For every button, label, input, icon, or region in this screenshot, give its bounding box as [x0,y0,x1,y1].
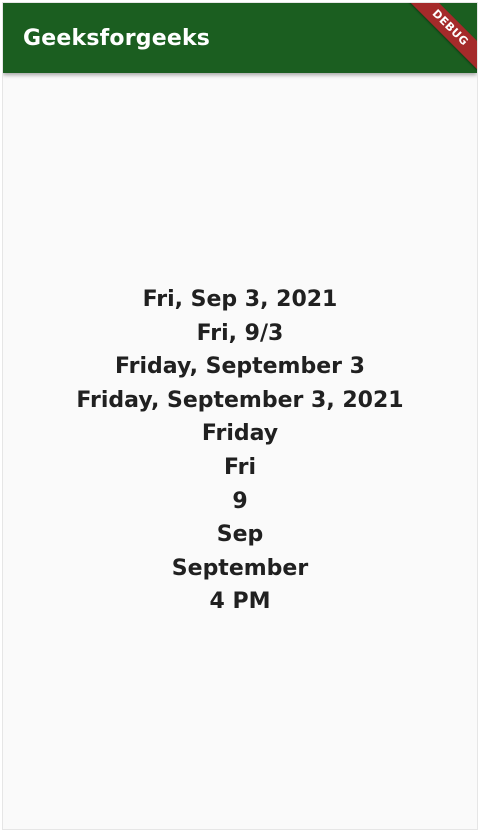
date-format-line: Fri, Sep 3, 2021 [142,287,338,313]
phone-screen: Geeksforgeeks DEBUG Fri, Sep 3, 2021 Fri… [2,2,478,830]
date-format-line: 4 PM [209,589,271,615]
app-bar: Geeksforgeeks [3,3,477,73]
date-format-line: September [171,555,309,581]
date-format-list: Fri, Sep 3, 2021 Fri, 9/3 Friday, Septem… [3,73,477,829]
date-format-line: Sep [216,522,264,548]
date-format-line: Friday, September 3, 2021 [76,387,404,413]
date-format-line: 9 [232,488,248,514]
date-format-line: Fri, 9/3 [196,320,284,346]
date-format-line: Friday [201,421,279,447]
app-bar-title: Geeksforgeeks [23,25,211,51]
date-format-line: Friday, September 3 [115,354,365,380]
date-format-line: Fri [223,455,256,480]
